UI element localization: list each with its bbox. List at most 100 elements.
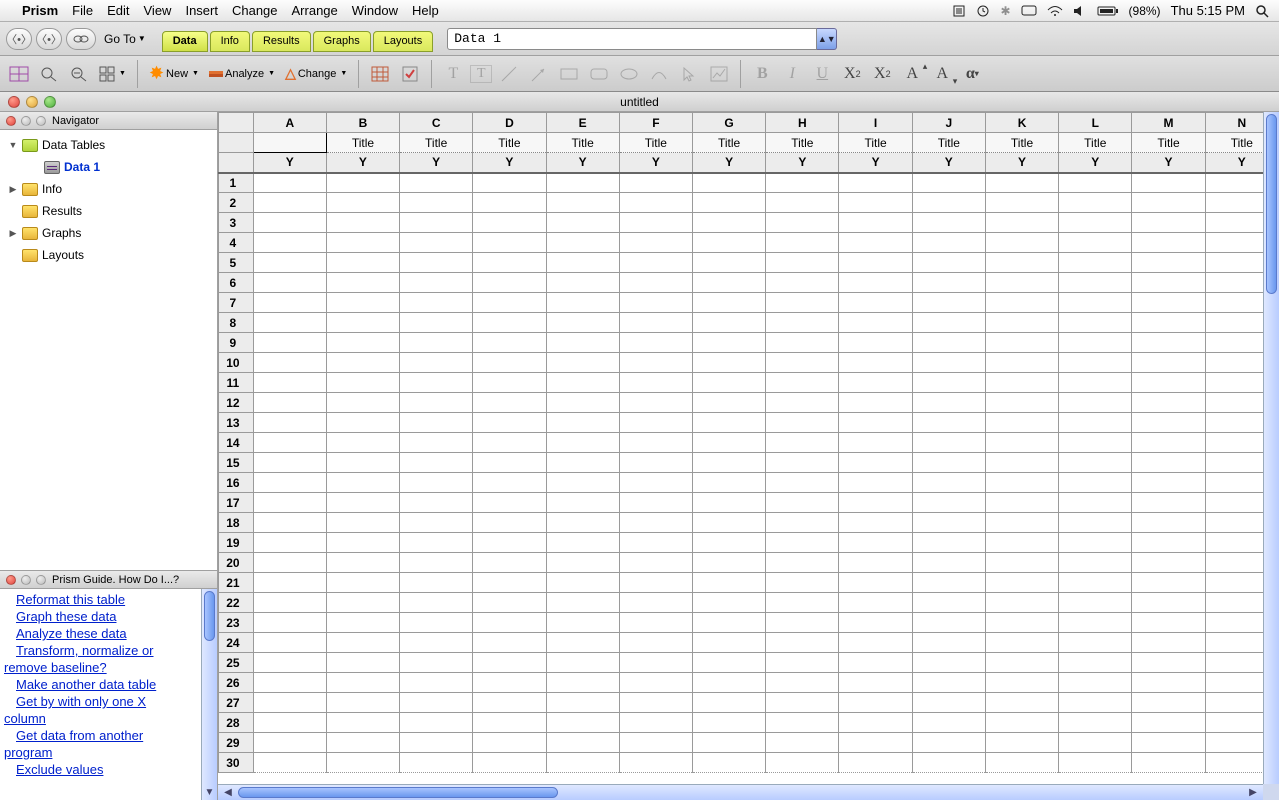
- data-cell[interactable]: [766, 333, 839, 353]
- data-cell[interactable]: [766, 673, 839, 693]
- data-cell[interactable]: [1132, 433, 1205, 453]
- data-cell[interactable]: [766, 393, 839, 413]
- spreadsheet-area[interactable]: ABCDEFGHIJKLMNTitleTitleTitleTitleTitleT…: [218, 112, 1279, 800]
- data-cell[interactable]: [985, 233, 1058, 253]
- navigator-tree[interactable]: ▼Data TablesData 1▶InfoResults▶GraphsLay…: [0, 130, 217, 570]
- row-header[interactable]: 13: [219, 413, 254, 433]
- data-cell[interactable]: [1132, 573, 1205, 593]
- data-cell[interactable]: [912, 533, 985, 553]
- data-cell[interactable]: [1059, 373, 1132, 393]
- data-cell[interactable]: [473, 413, 546, 433]
- guide-body[interactable]: Reformat this tableGraph these dataAnaly…: [0, 589, 217, 800]
- selected-cell[interactable]: [253, 133, 326, 153]
- data-cell[interactable]: [912, 673, 985, 693]
- data-cell[interactable]: [619, 573, 692, 593]
- vertical-scrollbar[interactable]: [1263, 112, 1279, 784]
- data-cell[interactable]: [692, 213, 765, 233]
- menu-window[interactable]: Window: [352, 3, 398, 18]
- data-cell[interactable]: [326, 573, 399, 593]
- data-cell[interactable]: [1059, 753, 1132, 773]
- data-cell[interactable]: [1059, 693, 1132, 713]
- data-cell[interactable]: [912, 733, 985, 753]
- row-header[interactable]: 11: [219, 373, 254, 393]
- data-cell[interactable]: [619, 553, 692, 573]
- data-cell[interactable]: [400, 333, 473, 353]
- nav-section-graphs[interactable]: ▶Graphs: [0, 222, 217, 244]
- data-cell[interactable]: [619, 673, 692, 693]
- row-header[interactable]: 3: [219, 213, 254, 233]
- data-cell[interactable]: [839, 433, 912, 453]
- data-cell[interactable]: [692, 233, 765, 253]
- sheet-name-input[interactable]: [447, 28, 817, 50]
- data-cell[interactable]: [985, 313, 1058, 333]
- data-cell[interactable]: [253, 433, 326, 453]
- data-cell[interactable]: [400, 633, 473, 653]
- data-cell[interactable]: [912, 693, 985, 713]
- data-cell[interactable]: [546, 353, 619, 373]
- app-menu[interactable]: Prism: [22, 3, 58, 18]
- tab-layouts[interactable]: Layouts: [373, 31, 434, 52]
- data-cell[interactable]: [985, 573, 1058, 593]
- bluetooth-icon[interactable]: ✱: [1000, 4, 1010, 18]
- data-cell[interactable]: [1059, 453, 1132, 473]
- data-cell[interactable]: [692, 413, 765, 433]
- column-y-cell[interactable]: Y: [692, 153, 765, 173]
- data-cell[interactable]: [1059, 513, 1132, 533]
- data-cell[interactable]: [473, 333, 546, 353]
- data-cell[interactable]: [766, 313, 839, 333]
- disclosure-icon[interactable]: ▼: [8, 140, 18, 150]
- data-cell[interactable]: [839, 693, 912, 713]
- font-decrease-button[interactable]: A▾: [929, 63, 955, 85]
- data-cell[interactable]: [473, 273, 546, 293]
- guide-link[interactable]: Exclude values: [16, 762, 103, 777]
- data-cell[interactable]: [400, 613, 473, 633]
- data-cell[interactable]: [692, 373, 765, 393]
- data-cell[interactable]: [1132, 193, 1205, 213]
- menu-arrange[interactable]: Arrange: [292, 3, 338, 18]
- data-cell[interactable]: [985, 373, 1058, 393]
- data-cell[interactable]: [692, 493, 765, 513]
- column-y-cell[interactable]: Y: [253, 153, 326, 173]
- data-cell[interactable]: [326, 593, 399, 613]
- menu-help[interactable]: Help: [412, 3, 439, 18]
- data-cell[interactable]: [400, 513, 473, 533]
- data-cell[interactable]: [912, 633, 985, 653]
- data-cell[interactable]: [692, 273, 765, 293]
- column-y-cell[interactable]: Y: [1132, 153, 1205, 173]
- data-cell[interactable]: [473, 213, 546, 233]
- data-cell[interactable]: [985, 413, 1058, 433]
- data-cell[interactable]: [400, 653, 473, 673]
- column-title-cell[interactable]: Title: [912, 133, 985, 153]
- window-zoom-button[interactable]: [44, 96, 56, 108]
- data-cell[interactable]: [619, 693, 692, 713]
- data-cell[interactable]: [326, 293, 399, 313]
- data-cell[interactable]: [619, 373, 692, 393]
- scripts-menu-icon[interactable]: [952, 4, 966, 18]
- column-y-cell[interactable]: Y: [766, 153, 839, 173]
- data-cell[interactable]: [1059, 573, 1132, 593]
- volume-icon[interactable]: [1073, 5, 1087, 17]
- data-cell[interactable]: [1059, 633, 1132, 653]
- data-cell[interactable]: [839, 313, 912, 333]
- nav-section-info[interactable]: ▶Info: [0, 178, 217, 200]
- data-cell[interactable]: [473, 473, 546, 493]
- data-cell[interactable]: [1132, 553, 1205, 573]
- data-cell[interactable]: [839, 193, 912, 213]
- data-cell[interactable]: [1132, 213, 1205, 233]
- row-header[interactable]: 19: [219, 533, 254, 553]
- data-cell[interactable]: [253, 613, 326, 633]
- column-y-cell[interactable]: Y: [400, 153, 473, 173]
- data-cell[interactable]: [326, 173, 399, 193]
- row-header[interactable]: 23: [219, 613, 254, 633]
- data-cell[interactable]: [1059, 313, 1132, 333]
- data-cell[interactable]: [619, 633, 692, 653]
- data-cell[interactable]: [326, 253, 399, 273]
- data-cell[interactable]: [1132, 733, 1205, 753]
- sheet-view-icon[interactable]: [6, 61, 32, 87]
- column-title-cell[interactable]: Title: [692, 133, 765, 153]
- data-cell[interactable]: [1059, 613, 1132, 633]
- link-button[interactable]: [66, 28, 96, 50]
- nav-section-layouts[interactable]: Layouts: [0, 244, 217, 266]
- horizontal-scrollbar[interactable]: ◀ ▶: [218, 784, 1263, 800]
- data-cell[interactable]: [400, 493, 473, 513]
